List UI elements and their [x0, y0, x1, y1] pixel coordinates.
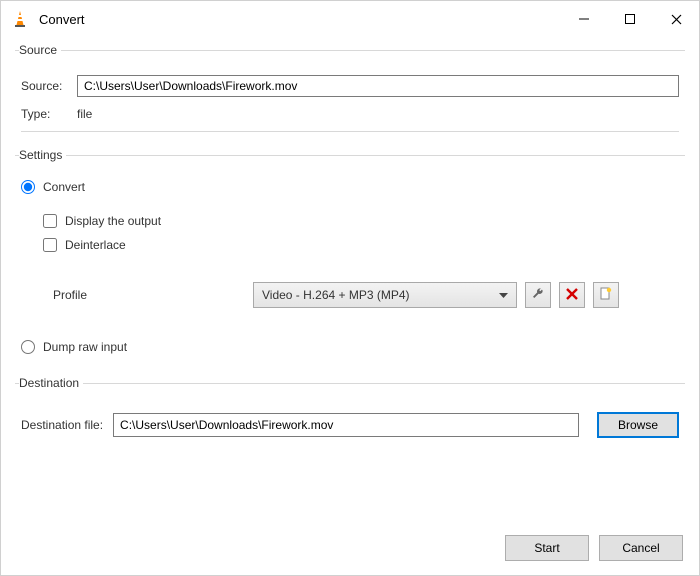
dump-radio-label: Dump raw input: [43, 340, 127, 354]
x-icon: [566, 288, 578, 303]
deinterlace-checkbox[interactable]: [43, 238, 57, 252]
convert-radio-label: Convert: [43, 180, 85, 194]
wrench-icon: [531, 287, 545, 304]
destination-file-label: Destination file:: [21, 418, 103, 432]
type-label: Type:: [21, 107, 77, 121]
vlc-cone-icon: [11, 10, 29, 28]
new-profile-button[interactable]: [593, 282, 619, 308]
profile-label: Profile: [53, 288, 253, 302]
deinterlace-label: Deinterlace: [65, 238, 126, 252]
destination-group: Destination Destination file: Browse: [15, 376, 685, 448]
source-legend: Source: [19, 43, 61, 57]
convert-radio-row[interactable]: Convert: [21, 180, 679, 194]
minimize-button[interactable]: [561, 1, 607, 37]
source-row: Source:: [21, 75, 679, 97]
dump-radio[interactable]: [21, 340, 35, 354]
profile-selected-value: Video - H.264 + MP3 (MP4): [262, 288, 410, 302]
window-controls: [561, 1, 699, 37]
profile-select[interactable]: Video - H.264 + MP3 (MP4): [253, 282, 517, 308]
cancel-button[interactable]: Cancel: [599, 535, 683, 561]
settings-group: Settings Convert Display the output Dein…: [15, 148, 685, 370]
start-button[interactable]: Start: [505, 535, 589, 561]
maximize-button[interactable]: [607, 1, 653, 37]
profile-row: Profile Video - H.264 + MP3 (MP4): [53, 282, 679, 308]
new-file-icon: [599, 287, 613, 304]
convert-radio[interactable]: [21, 180, 35, 194]
destination-file-input[interactable]: [113, 413, 579, 437]
source-group: Source Source: Type: file: [15, 43, 685, 142]
source-input[interactable]: [77, 75, 679, 97]
display-output-checkbox[interactable]: [43, 214, 57, 228]
display-output-label: Display the output: [65, 214, 161, 228]
source-label: Source:: [21, 79, 77, 93]
source-divider: [21, 131, 679, 132]
browse-button[interactable]: Browse: [597, 412, 679, 438]
settings-legend: Settings: [19, 148, 66, 162]
titlebar: Convert: [1, 1, 699, 37]
delete-profile-button[interactable]: [559, 282, 585, 308]
dump-radio-row[interactable]: Dump raw input: [21, 340, 679, 354]
deinterlace-row[interactable]: Deinterlace: [43, 238, 679, 252]
convert-dialog: Convert Source Source: Type: file: [0, 0, 700, 576]
close-button[interactable]: [653, 1, 699, 37]
window-title: Convert: [39, 12, 85, 27]
type-value: file: [77, 107, 92, 121]
type-row: Type: file: [21, 107, 679, 121]
chevron-down-icon: [499, 288, 508, 302]
edit-profile-button[interactable]: [525, 282, 551, 308]
display-output-row[interactable]: Display the output: [43, 214, 679, 228]
destination-legend: Destination: [19, 376, 83, 390]
destination-row: Destination file: Browse: [21, 412, 679, 438]
dialog-footer: Start Cancel: [1, 523, 699, 575]
